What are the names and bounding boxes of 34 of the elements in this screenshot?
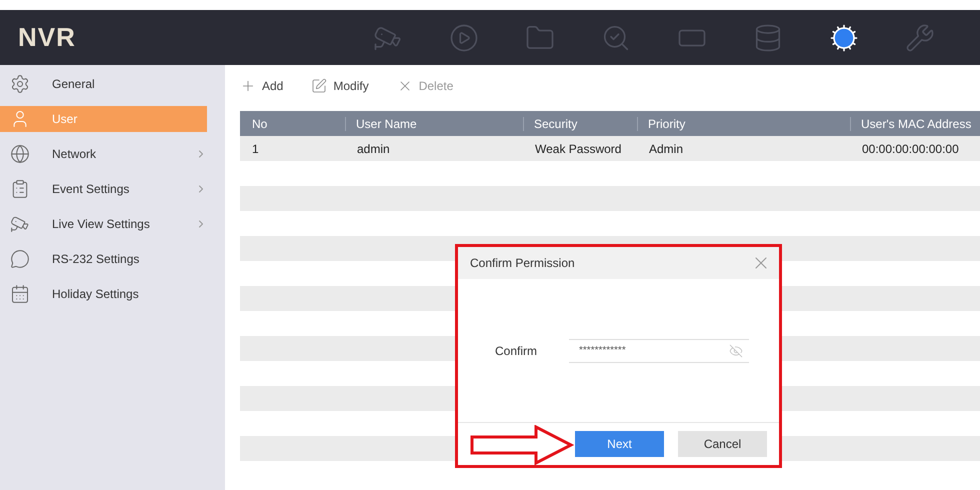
toolbar-button[interactable]: Add: [240, 78, 284, 94]
table-cell-text: 1: [251, 142, 260, 156]
toolbar-button[interactable]: Modify: [311, 78, 369, 94]
globe-icon: [10, 144, 30, 164]
calendar-icon: [10, 284, 30, 304]
next-button[interactable]: Next: [575, 431, 664, 457]
field-label: Confirm: [495, 344, 538, 358]
dialog-title: Confirm Permission: [470, 256, 575, 270]
sidebar-item[interactable]: RS-232 Settings: [0, 246, 207, 272]
plus-icon: [240, 78, 256, 94]
sidebar-item[interactable]: Live View Settings: [0, 211, 207, 237]
column-header: User Name: [345, 116, 523, 130]
column-header: Priority: [637, 116, 850, 130]
table-cell-text: 00:00:00:00:00:00: [861, 142, 960, 156]
password-field[interactable]: ************: [569, 338, 750, 362]
edit-icon: [311, 78, 328, 94]
column-header: Security: [523, 116, 637, 130]
sidebar-item[interactable]: Event Settings: [0, 176, 207, 202]
column-header: User's MAC Address: [850, 116, 980, 130]
table-cell-text: admin: [356, 142, 391, 156]
sidebar-item[interactable]: Holiday Settings: [0, 281, 207, 307]
column-header: No: [251, 116, 268, 130]
table-cell-text: Weak Password: [534, 142, 622, 156]
sidebar-item[interactable]: General: [0, 71, 207, 97]
table-cell-text: Admin: [648, 142, 684, 156]
eye-off-icon[interactable]: [729, 344, 744, 358]
cancel-button[interactable]: Cancel: [678, 431, 767, 457]
sidebar-item[interactable]: Network: [0, 141, 207, 167]
table-row[interactable]: 1 admin Weak Password Admin 00:00:00:00:00:00: [240, 136, 980, 161]
camera-icon: [10, 214, 30, 234]
gear-icon: [10, 74, 30, 94]
clipboard-icon: [10, 179, 30, 199]
logo: NVR: [18, 22, 77, 53]
chat-icon: [10, 249, 30, 269]
